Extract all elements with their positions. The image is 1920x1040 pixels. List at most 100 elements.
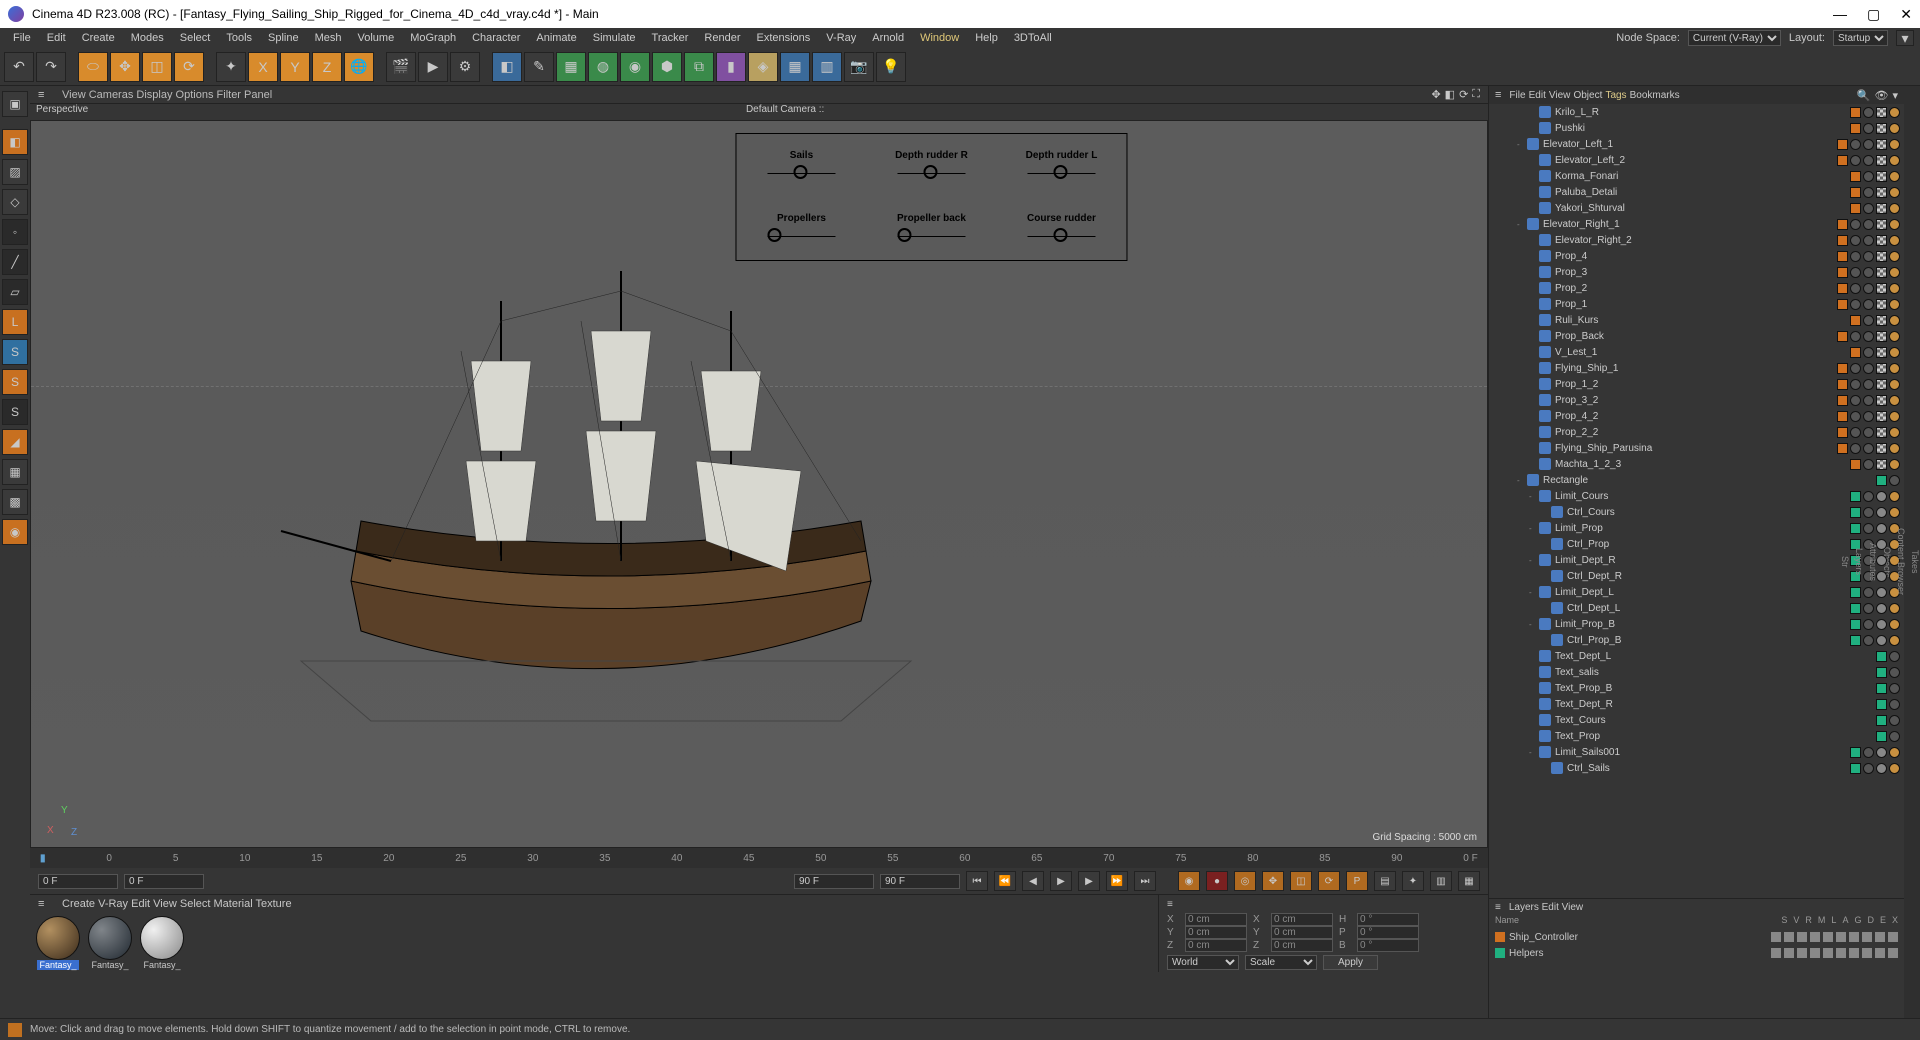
frame-start2-input[interactable] bbox=[124, 874, 204, 889]
undo-button[interactable]: ↶ bbox=[4, 52, 34, 82]
generator-3[interactable]: ◉ bbox=[620, 52, 650, 82]
go-end-button[interactable]: ⏭ bbox=[1134, 871, 1156, 891]
object-row[interactable]: -Limit_Prop_B bbox=[1489, 616, 1904, 632]
nodespace-select[interactable]: Current (V-Ray) bbox=[1688, 30, 1781, 46]
edge-mode[interactable]: ╱ bbox=[2, 249, 28, 275]
key-anim-2[interactable]: ▥ bbox=[1430, 871, 1452, 891]
generator-1[interactable]: ▦ bbox=[556, 52, 586, 82]
object-row[interactable]: Korma_Fonari bbox=[1489, 168, 1904, 184]
object-row[interactable]: Text_Cours bbox=[1489, 712, 1904, 728]
coord-x-size[interactable] bbox=[1271, 913, 1333, 926]
coord-x-pos[interactable] bbox=[1185, 913, 1247, 926]
om-tab-bookmarks[interactable]: Bookmarks bbox=[1630, 90, 1680, 101]
coord-y-size[interactable] bbox=[1271, 926, 1333, 939]
object-row[interactable]: Prop_1 bbox=[1489, 296, 1904, 312]
menu-arnold[interactable]: Arnold bbox=[865, 31, 911, 45]
menu-window[interactable]: Window bbox=[913, 31, 966, 45]
frame-start-input[interactable] bbox=[38, 874, 118, 889]
hud-depth-l-slider[interactable] bbox=[1027, 165, 1095, 181]
key-anim-1[interactable]: ✦ bbox=[1402, 871, 1424, 891]
lay-tab-layers[interactable]: Layers bbox=[1509, 902, 1539, 913]
object-row[interactable]: Prop_4 bbox=[1489, 248, 1904, 264]
vp-tab-filter[interactable]: Filter bbox=[217, 89, 241, 101]
light-tool[interactable]: 💡 bbox=[876, 52, 906, 82]
scale-tool[interactable]: ◫ bbox=[142, 52, 172, 82]
key-param[interactable]: P bbox=[1346, 871, 1368, 891]
menu-tools[interactable]: Tools bbox=[219, 31, 259, 45]
object-row[interactable]: Prop_2 bbox=[1489, 280, 1904, 296]
axis-mode[interactable]: L bbox=[2, 309, 28, 335]
recent-tool[interactable]: ✦ bbox=[216, 52, 246, 82]
texture-mode[interactable]: ▨ bbox=[2, 159, 28, 185]
material-swatch[interactable]: Fantasy_ bbox=[138, 916, 186, 978]
menu-render[interactable]: Render bbox=[697, 31, 747, 45]
key-anim-3[interactable]: ▦ bbox=[1458, 871, 1480, 891]
workplane-tool[interactable]: ◢ bbox=[2, 429, 28, 455]
object-row[interactable]: Ctrl_Sails bbox=[1489, 760, 1904, 776]
play-button[interactable]: ▶ bbox=[1050, 871, 1072, 891]
key-rot[interactable]: ⟳ bbox=[1318, 871, 1340, 891]
vp-tab-panel[interactable]: Panel bbox=[244, 89, 272, 101]
hud-course-slider[interactable] bbox=[1027, 228, 1095, 244]
grid-tool-2[interactable]: ▩ bbox=[2, 489, 28, 515]
menu-select[interactable]: Select bbox=[173, 31, 218, 45]
lay-tab-view[interactable]: View bbox=[1562, 902, 1584, 913]
vp-tab-display[interactable]: Display bbox=[136, 89, 172, 101]
menu-modes[interactable]: Modes bbox=[124, 31, 171, 45]
object-row[interactable]: Text_Prop_B bbox=[1489, 680, 1904, 696]
mat-tab-material[interactable]: Material bbox=[214, 898, 253, 910]
world-axis-toggle[interactable]: 🌐 bbox=[344, 52, 374, 82]
coord-z-pos[interactable] bbox=[1185, 939, 1247, 952]
menu-help[interactable]: Help bbox=[968, 31, 1005, 45]
axis-y-toggle[interactable]: Y bbox=[280, 52, 310, 82]
side-tab-layers[interactable]: Layers bbox=[1854, 548, 1864, 575]
record-key[interactable]: ◉ bbox=[1178, 871, 1200, 891]
vp-icon-3[interactable]: ⟳ bbox=[1459, 88, 1468, 101]
hud-sails-slider[interactable] bbox=[767, 165, 835, 181]
om-tab-file[interactable]: File bbox=[1509, 90, 1525, 101]
material-manager[interactable]: Fantasy_Fantasy_Fantasy_ bbox=[30, 912, 1158, 986]
next-key-button[interactable]: ⏩ bbox=[1106, 871, 1128, 891]
vp-icon-1[interactable]: ✥ bbox=[1431, 88, 1440, 101]
object-row[interactable]: Prop_3 bbox=[1489, 264, 1904, 280]
object-row[interactable]: Flying_Ship_Parusina bbox=[1489, 440, 1904, 456]
make-editable[interactable]: ▣ bbox=[2, 91, 28, 117]
object-row[interactable]: Text_salis bbox=[1489, 664, 1904, 680]
object-row[interactable]: Elevator_Right_2 bbox=[1489, 232, 1904, 248]
frame-end-input[interactable] bbox=[794, 874, 874, 889]
key-pla[interactable]: ▤ bbox=[1374, 871, 1396, 891]
object-row[interactable]: -Limit_Sails001 bbox=[1489, 744, 1904, 760]
menu-extensions[interactable]: Extensions bbox=[749, 31, 817, 45]
hamburger-icon[interactable]: ≡ bbox=[1495, 902, 1501, 913]
layout-select[interactable]: Startup bbox=[1833, 30, 1888, 46]
mat-tab-select[interactable]: Select bbox=[180, 898, 211, 910]
mat-tab-create[interactable]: Create bbox=[62, 898, 95, 910]
move-tool[interactable]: ✥ bbox=[110, 52, 140, 82]
autokey-toggle[interactable]: ● bbox=[1206, 871, 1228, 891]
key-scale[interactable]: ◫ bbox=[1290, 871, 1312, 891]
prev-key-button[interactable]: ⏪ bbox=[994, 871, 1016, 891]
layer-row[interactable]: Helpers bbox=[1489, 945, 1904, 961]
lay-tab-edit[interactable]: Edit bbox=[1542, 902, 1559, 913]
layout-menu-icon[interactable]: ▾ bbox=[1896, 30, 1914, 46]
object-row[interactable]: -Limit_Cours bbox=[1489, 488, 1904, 504]
object-row[interactable]: Yakori_Shturval bbox=[1489, 200, 1904, 216]
select-tool[interactable]: ⬭ bbox=[78, 52, 108, 82]
side-tab-takes[interactable]: Takes bbox=[1910, 550, 1920, 574]
hamburger-icon[interactable]: ≡ bbox=[38, 89, 52, 101]
om-tab-edit[interactable]: Edit bbox=[1529, 90, 1546, 101]
key-pos[interactable]: ✥ bbox=[1262, 871, 1284, 891]
grid-tool-1[interactable]: ▦ bbox=[2, 459, 28, 485]
om-menu-icon[interactable]: ▾ bbox=[1892, 89, 1898, 102]
object-row[interactable]: -Elevator_Right_1 bbox=[1489, 216, 1904, 232]
cube-primitive[interactable]: ◧ bbox=[492, 52, 522, 82]
snap-tool-1[interactable]: S bbox=[2, 339, 28, 365]
render-settings-button[interactable]: ⚙ bbox=[450, 52, 480, 82]
apply-button[interactable]: Apply bbox=[1323, 955, 1378, 970]
menu-file[interactable]: File bbox=[6, 31, 38, 45]
om-tab-view[interactable]: View bbox=[1549, 90, 1571, 101]
model-mode[interactable]: ◧ bbox=[2, 129, 28, 155]
object-row[interactable]: -Limit_Prop bbox=[1489, 520, 1904, 536]
object-row[interactable]: Prop_4_2 bbox=[1489, 408, 1904, 424]
object-tree[interactable]: Krilo_L_RPushki-Elevator_Left_1Elevator_… bbox=[1489, 104, 1904, 898]
